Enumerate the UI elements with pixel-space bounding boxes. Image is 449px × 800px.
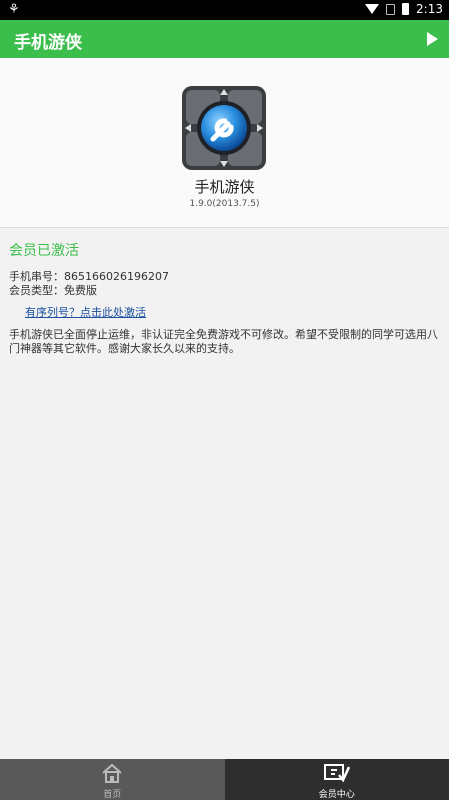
app-info-header: 手机游侠 1.9.0(2013.7.5) xyxy=(0,58,449,228)
play-icon[interactable] xyxy=(427,32,438,46)
app-logo-icon xyxy=(182,86,266,170)
app-name: 手机游侠 xyxy=(194,178,255,196)
member-type-label: 会员类型： xyxy=(9,284,64,297)
tab-home-label: 首页 xyxy=(103,790,122,800)
battery-icon xyxy=(402,3,410,15)
tab-member-center-label: 会员中心 xyxy=(318,790,355,800)
member-type-value: 免费版 xyxy=(64,284,97,297)
activate-serial-link[interactable]: 有序列号？点击此处激活 xyxy=(25,304,146,320)
member-type-row: 会员类型：免费版 xyxy=(9,282,97,298)
sim-icon xyxy=(386,3,396,15)
wifi-icon xyxy=(365,4,380,14)
notification-icon: ⚘ xyxy=(8,2,20,17)
status-time: 2:13 xyxy=(416,2,443,16)
tab-member-center[interactable]: 会员中心 xyxy=(224,759,449,800)
member-center-icon xyxy=(323,764,350,783)
membership-status-title: 会员已激活 xyxy=(9,243,79,259)
app-bar-title: 手机游侠 xyxy=(14,33,82,53)
service-notice: 手机游侠已全面停止运维，非认证完全免费游戏不可修改。希望不受限制的同学可选用八门… xyxy=(9,328,438,355)
status-bar: ⚘ 2:13 xyxy=(0,0,449,20)
bottom-navigation: 首页 会员中心 xyxy=(0,759,449,800)
app-version: 1.9.0(2013.7.5) xyxy=(189,199,260,209)
home-icon xyxy=(102,763,122,783)
app-bar: 手机游侠 xyxy=(0,20,449,58)
tab-home[interactable]: 首页 xyxy=(0,759,225,800)
